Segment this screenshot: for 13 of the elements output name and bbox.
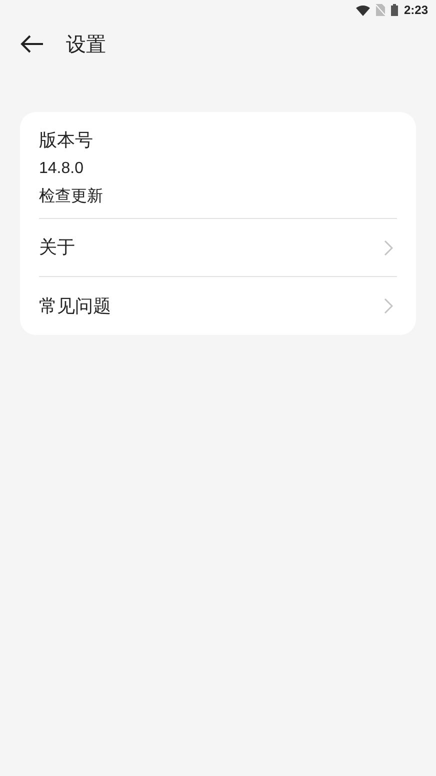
check-update-link[interactable]: 检查更新 xyxy=(39,184,103,208)
page-title: 设置 xyxy=(66,31,106,58)
wifi-icon xyxy=(356,4,370,16)
version-label: 版本号 xyxy=(39,129,93,153)
no-sim-icon xyxy=(376,4,385,16)
settings-row[interactable]: 关于 xyxy=(39,219,397,277)
settings-row[interactable]: 常见问题 xyxy=(39,277,397,335)
back-arrow-icon[interactable] xyxy=(20,35,44,53)
chevron-right-icon xyxy=(384,298,393,314)
battery-icon xyxy=(390,4,398,16)
version-number: 14.8.0 xyxy=(39,159,84,179)
chevron-right-icon xyxy=(384,240,393,256)
status-time: 2:23 xyxy=(404,2,428,19)
